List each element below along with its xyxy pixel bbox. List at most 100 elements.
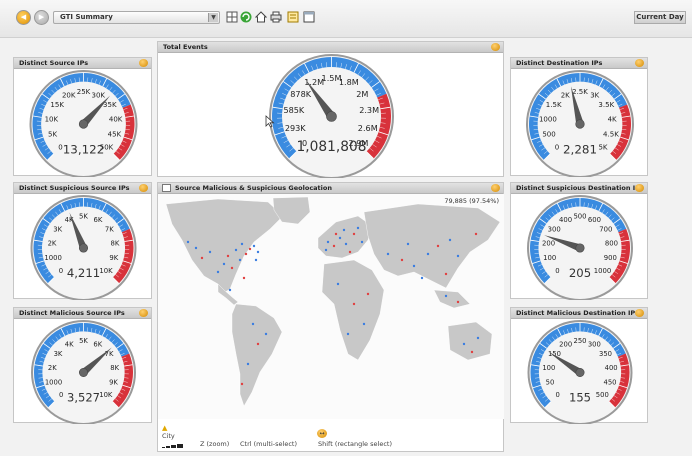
legend-scale xyxy=(162,440,184,448)
event-point xyxy=(356,226,360,230)
gauge-scale-label: 6K xyxy=(93,341,102,349)
panel-menu-icon[interactable] xyxy=(139,309,148,317)
gauge-scale-label: 10K xyxy=(99,391,113,399)
event-point xyxy=(240,382,244,386)
panel-distinct-source: Distinct Source IPs 0 5K 10K 15K 20K 25K 30K 35… xyxy=(13,57,152,177)
panel-menu-icon[interactable] xyxy=(635,309,644,317)
event-point xyxy=(208,250,212,254)
gauge-scale-label: 250 xyxy=(573,337,586,345)
event-point xyxy=(244,252,248,256)
time-range-button[interactable]: Current Day xyxy=(634,11,686,24)
gauge-scale-label: 0 xyxy=(59,391,63,399)
gauge-scale-label: 7K xyxy=(105,350,114,358)
layout-icon[interactable] xyxy=(226,11,238,23)
event-point xyxy=(476,336,480,340)
event-point xyxy=(456,254,460,258)
gauge-scale-label: 50 xyxy=(546,379,555,387)
refresh-icon[interactable] xyxy=(240,11,252,23)
world-map[interactable] xyxy=(158,194,504,419)
gauge-value: 3,527 xyxy=(67,390,100,404)
gauge-scale-label: 300 xyxy=(588,341,601,349)
gauge-hub xyxy=(79,367,89,377)
panel-menu-icon[interactable] xyxy=(635,59,644,67)
gauge-scale-label: 0 xyxy=(555,267,559,275)
event-point xyxy=(362,322,366,326)
gauge-scale-label: 3K xyxy=(53,226,62,234)
map-legend: ▲ City xyxy=(162,424,184,448)
panel-title: Distinct Destination IPs xyxy=(516,59,603,67)
panel-header: Total Events xyxy=(158,42,503,53)
gauge-scale-label: 3K xyxy=(590,90,599,99)
panel-menu-icon[interactable] xyxy=(491,184,500,192)
legend-warning-icon: ▲ xyxy=(162,424,168,432)
event-point xyxy=(216,270,220,274)
event-point xyxy=(346,332,350,336)
event-point xyxy=(252,244,256,248)
help-rectangle-select: Shift (rectangle select) xyxy=(318,440,392,448)
gauge: 0293K585K878K1.2M1.5M1.8M2M2.3M2.6M2.9M1… xyxy=(269,54,394,178)
event-point xyxy=(230,266,234,270)
gauge-scale-label: 1000 xyxy=(539,114,557,123)
gauge-scale-label: 9K xyxy=(109,379,118,387)
help-multi-select: Ctrl (multi-select) xyxy=(240,440,297,448)
event-point xyxy=(344,242,348,246)
event-point xyxy=(238,258,242,262)
event-point xyxy=(222,262,226,266)
event-point xyxy=(251,322,255,326)
event-point xyxy=(348,250,352,254)
home-icon[interactable] xyxy=(254,11,268,23)
gauge-scale-label: 1000 xyxy=(44,254,62,262)
window-icon[interactable] xyxy=(303,11,315,23)
panel-menu-icon[interactable] xyxy=(139,184,148,192)
gauge-hub xyxy=(575,367,585,377)
panel-menu-icon[interactable] xyxy=(635,184,644,192)
gauge-scale-label: 800 xyxy=(605,239,618,247)
gauge: 05K10K15K20K 25K 30K35K40K45K50K13,122 xyxy=(29,70,138,177)
map-view-icon[interactable] xyxy=(162,184,171,192)
gauge-scale-label: 6K xyxy=(94,216,103,224)
event-point xyxy=(448,238,452,242)
gauge-scale-label: 100 xyxy=(543,254,556,262)
back-icon[interactable]: ◀ xyxy=(16,10,31,25)
panel-menu-icon[interactable] xyxy=(139,59,148,67)
panel-title: Distinct Malicious Source IPs xyxy=(19,309,125,317)
gauge-scale-label: 200 xyxy=(559,341,572,349)
panel-malicious-destination: Distinct Malicious Destination IPs 0 50 10… xyxy=(510,307,648,424)
land-southeast-asia xyxy=(433,289,471,309)
gauge-scale-label: 10K xyxy=(99,267,113,275)
gauge-scale-label: 2.6M xyxy=(358,123,378,133)
pan-icon[interactable]: ↔ xyxy=(317,429,327,438)
event-point xyxy=(200,256,204,260)
gauge-scale-label: 4K xyxy=(608,114,617,123)
gauge: 050 100 150200 250 300350 400 450 500 155 xyxy=(527,320,633,424)
gauge-scale-label: 5K xyxy=(79,337,88,345)
land-australia xyxy=(447,321,493,361)
gauge-scale-label: 10K xyxy=(45,114,59,123)
mouse-cursor-icon xyxy=(265,115,275,128)
panel-distinct-destination: Distinct Destination IPs 0 500 1000 1.5K 2K 2… xyxy=(510,57,648,177)
print-icon[interactable] xyxy=(270,11,282,23)
gauge-value: 13,122 xyxy=(63,143,105,157)
gauge-scale-label: 30K xyxy=(92,90,106,99)
forward-icon[interactable]: ▶ xyxy=(34,10,49,25)
gauge: 0 100 200 300 400 500 600 700 800 900 1000205 xyxy=(527,195,633,300)
gauge-scale-label: 500 xyxy=(542,129,555,138)
gauge-scale-label: 15K xyxy=(50,100,64,109)
chevron-down-icon[interactable]: ▼ xyxy=(208,13,218,22)
edit-icon[interactable] xyxy=(287,11,299,23)
dashboard-select[interactable]: GTI Summary ▼ xyxy=(53,11,220,24)
event-point xyxy=(254,258,258,262)
land-europe xyxy=(317,215,373,259)
gauge-value: 1,081,808 xyxy=(297,139,367,155)
event-point xyxy=(256,250,260,254)
gauge-value: 2,281 xyxy=(563,143,597,157)
event-point xyxy=(186,240,190,244)
panel-menu-icon[interactable] xyxy=(491,43,500,51)
gauge-value: 205 xyxy=(569,266,591,280)
gauge-scale-label: 585K xyxy=(283,105,304,115)
gauge-scale-label: 5K xyxy=(598,142,607,151)
gauge-scale-label: 45K xyxy=(108,129,122,138)
event-point xyxy=(242,276,246,280)
gauge-scale-label: 0 xyxy=(555,142,559,151)
gauge-scale-label: 8K xyxy=(111,239,120,247)
